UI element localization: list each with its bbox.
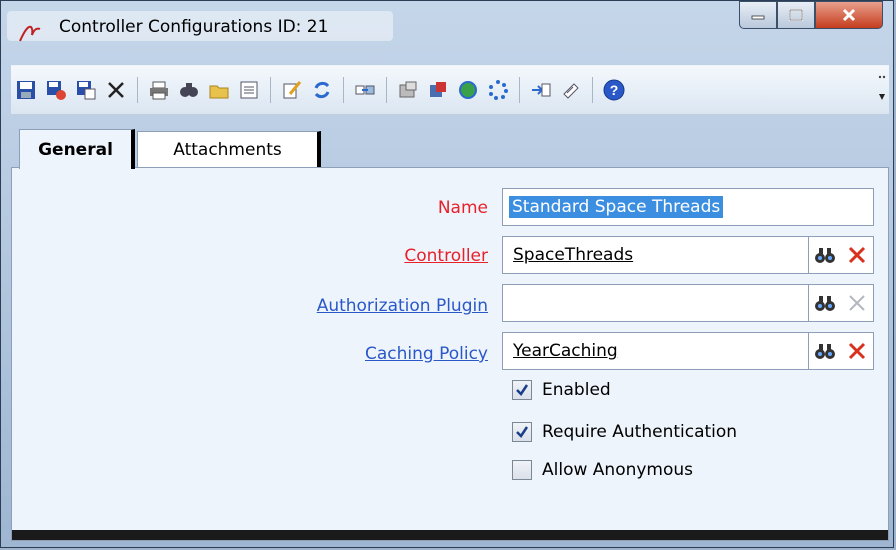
authorization-find-button[interactable] (809, 285, 841, 321)
binoculars-icon (815, 248, 835, 263)
maximize-button[interactable] (777, 1, 815, 29)
print-icon[interactable] (147, 78, 171, 102)
clear-icon (849, 295, 865, 311)
authorization-plugin-lookup[interactable] (502, 284, 874, 322)
controller-label-link[interactable]: Controller (404, 246, 488, 266)
binoculars-icon (815, 296, 835, 311)
minimize-button[interactable] (739, 1, 777, 29)
checkmark-icon (516, 426, 529, 438)
name-field[interactable]: Standard Space Threads (502, 188, 874, 226)
close-button[interactable] (815, 1, 883, 29)
caching-policy-lookup[interactable]: YearCaching (502, 332, 874, 370)
maximize-icon (789, 9, 803, 21)
save-close-icon[interactable] (44, 78, 68, 102)
controller-find-button[interactable] (809, 237, 841, 273)
toolbar-separator (386, 77, 387, 103)
open-folder-icon[interactable] (207, 78, 231, 102)
edit-icon[interactable] (280, 78, 304, 102)
clear-icon (848, 246, 866, 264)
require-authentication-check-box[interactable] (512, 422, 532, 442)
authorization-plugin-label-link[interactable]: Authorization Plugin (317, 296, 488, 316)
svg-text:?: ? (610, 82, 619, 98)
loading-icon[interactable] (486, 78, 510, 102)
globe-icon[interactable] (456, 78, 480, 102)
close-icon (842, 8, 856, 22)
binoculars-icon (815, 344, 835, 359)
controller-clear-button[interactable] (841, 237, 873, 273)
caption-buttons (739, 1, 883, 31)
caching-find-button[interactable] (809, 333, 841, 369)
move-icon[interactable] (353, 78, 377, 102)
name-label: Name (437, 198, 488, 218)
authorization-clear-button[interactable] (841, 285, 873, 321)
toolbar-separator (519, 77, 520, 103)
toolbar-overflow-icon[interactable] (877, 74, 887, 106)
checkmark-icon (516, 384, 529, 396)
toolbar-separator (592, 77, 593, 103)
save-icon[interactable] (14, 78, 38, 102)
allow-anonymous-checkbox[interactable]: Allow Anonymous (512, 456, 693, 484)
controller-value: SpaceThreads (513, 245, 634, 265)
save-copy-icon[interactable] (74, 78, 98, 102)
help-icon[interactable]: ? (602, 78, 626, 102)
import-icon[interactable] (529, 78, 553, 102)
export-icon[interactable] (426, 78, 450, 102)
app-logo-icon (19, 23, 41, 47)
tab-attachments[interactable]: Attachments (137, 131, 321, 167)
toolbar: ? (11, 65, 889, 115)
caching-policy-value: YearCaching (513, 341, 618, 361)
clear-icon (848, 342, 866, 360)
minimize-icon (751, 15, 765, 20)
title-bar[interactable]: Controller Configurations ID: 21 (1, 1, 893, 45)
allow-anonymous-label: Allow Anonymous (542, 460, 694, 480)
require-authentication-checkbox[interactable]: Require Authentication (512, 418, 737, 446)
find-icon[interactable] (177, 78, 201, 102)
general-panel: Name Standard Space Threads Controller S… (11, 167, 889, 541)
window-title: Controller Configurations ID: 21 (59, 17, 329, 37)
toolbar-separator (270, 77, 271, 103)
delete-icon[interactable] (104, 78, 128, 102)
caching-clear-button[interactable] (841, 333, 873, 369)
refresh-icon[interactable] (310, 78, 334, 102)
enabled-check-box[interactable] (512, 380, 532, 400)
toolbar-separator (137, 77, 138, 103)
controller-config-window: Controller Configurations ID: 21 ? Gener… (0, 0, 894, 548)
tab-general[interactable]: General (19, 129, 135, 169)
name-value: Standard Space Threads (509, 196, 724, 218)
list-icon[interactable] (237, 78, 261, 102)
toolbar-separator (343, 77, 344, 103)
enabled-label: Enabled (542, 380, 611, 400)
enabled-checkbox[interactable]: Enabled (512, 376, 611, 404)
require-authentication-label: Require Authentication (542, 422, 738, 442)
tools-icon[interactable] (396, 78, 420, 102)
attach-icon[interactable] (559, 78, 583, 102)
panel-bottom-border (12, 530, 888, 540)
caching-policy-label-link[interactable]: Caching Policy (365, 344, 488, 364)
controller-lookup[interactable]: SpaceThreads (502, 236, 874, 274)
allow-anonymous-check-box[interactable] (512, 460, 532, 480)
